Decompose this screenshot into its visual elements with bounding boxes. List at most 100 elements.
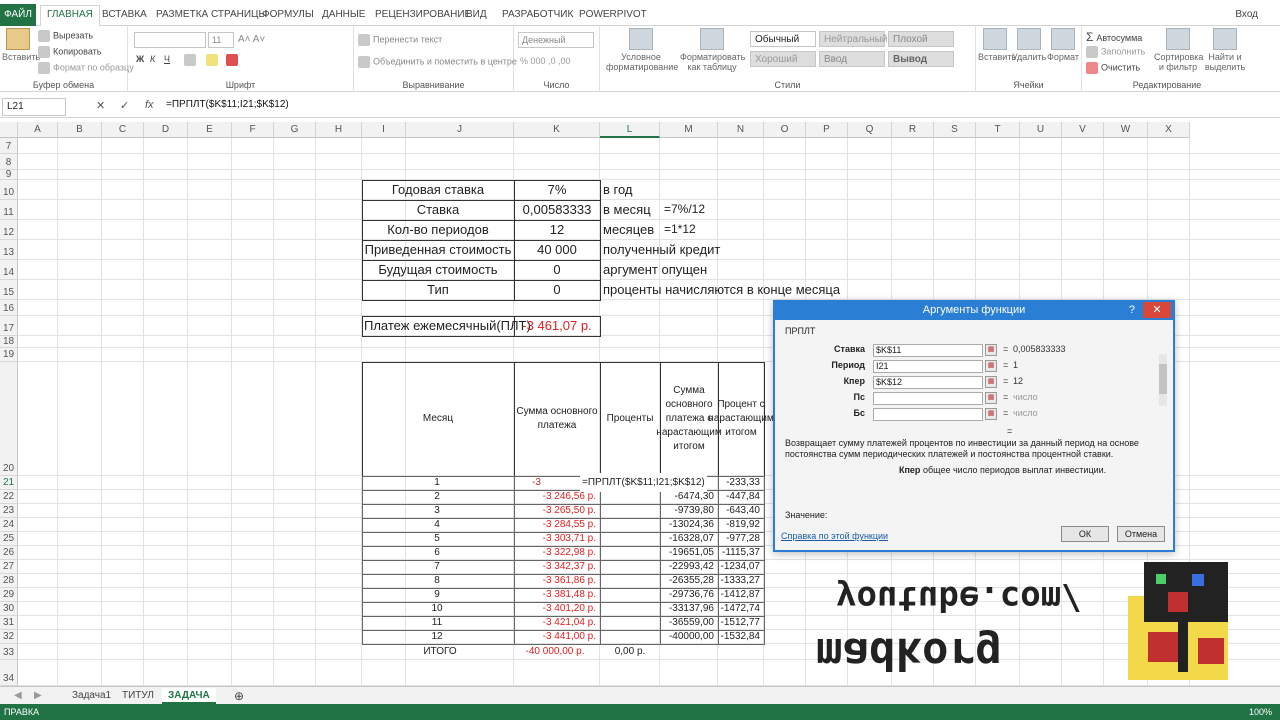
- row-header[interactable]: 26: [0, 546, 18, 560]
- column-header[interactable]: S: [934, 122, 976, 138]
- sheet-tab-title[interactable]: ТИТУЛ: [116, 688, 160, 704]
- fill-color-button[interactable]: [206, 54, 221, 66]
- format-cells-button[interactable]: Формат: [1046, 28, 1080, 62]
- select-all-corner[interactable]: [0, 122, 18, 138]
- row-header[interactable]: 7: [0, 138, 18, 154]
- font-name-select[interactable]: [134, 32, 206, 48]
- format-painter-button[interactable]: Формат по образцу: [38, 62, 134, 74]
- row-header[interactable]: 21: [0, 476, 18, 490]
- arg-input[interactable]: [873, 408, 983, 421]
- range-picker-icon[interactable]: ▦: [985, 408, 997, 420]
- arg-input[interactable]: $K$11: [873, 344, 983, 357]
- wrap-text-button[interactable]: Перенести текст: [358, 34, 442, 46]
- font-size-select[interactable]: 11: [208, 32, 234, 48]
- row-header[interactable]: 15: [0, 280, 18, 300]
- arg-input[interactable]: I21: [873, 360, 983, 373]
- tab-view[interactable]: ВИД: [460, 6, 493, 26]
- column-header[interactable]: H: [316, 122, 362, 138]
- find-select-button[interactable]: Найти и выделить: [1202, 28, 1248, 72]
- style-bad[interactable]: Плохой: [888, 31, 954, 47]
- name-box[interactable]: L21: [2, 98, 66, 116]
- cut-button[interactable]: Вырезать: [38, 30, 93, 42]
- column-header[interactable]: W: [1104, 122, 1148, 138]
- column-header[interactable]: T: [976, 122, 1020, 138]
- ok-button[interactable]: ОК: [1061, 526, 1109, 542]
- insert-function-icon[interactable]: fx: [145, 99, 154, 111]
- row-header[interactable]: 24: [0, 518, 18, 532]
- column-header[interactable]: U: [1020, 122, 1062, 138]
- add-sheet-icon[interactable]: ⊕: [228, 688, 250, 704]
- row-header[interactable]: 30: [0, 602, 18, 616]
- row-header[interactable]: 25: [0, 532, 18, 546]
- column-header[interactable]: X: [1148, 122, 1190, 138]
- range-picker-icon[interactable]: ▦: [985, 376, 997, 388]
- param-value[interactable]: 0: [514, 260, 600, 279]
- column-header[interactable]: G: [274, 122, 316, 138]
- style-output[interactable]: Вывод: [888, 51, 954, 67]
- italic-button[interactable]: К: [150, 54, 155, 64]
- row-header[interactable]: 20: [0, 362, 18, 476]
- formula-input[interactable]: =ПРПЛТ($K$11;I21;$K$12): [166, 99, 289, 110]
- param-value[interactable]: 12: [514, 220, 600, 239]
- tab-developer[interactable]: РАЗРАБОТЧИК: [496, 6, 579, 26]
- tab-page-layout[interactable]: РАЗМЕТКА СТРАНИЦЫ: [150, 6, 273, 26]
- enter-icon[interactable]: ✓: [120, 99, 129, 112]
- tab-insert[interactable]: ВСТАВКА: [96, 6, 153, 26]
- tab-home[interactable]: ГЛАВНАЯ: [40, 5, 100, 27]
- row-header[interactable]: 22: [0, 490, 18, 504]
- param-value[interactable]: 40 000: [514, 240, 600, 259]
- insert-cells-button[interactable]: Вставить: [978, 28, 1016, 62]
- conditional-format-button[interactable]: Условное форматирование: [606, 28, 678, 72]
- column-header[interactable]: O: [764, 122, 806, 138]
- grow-font-button[interactable]: A˄ A˅: [238, 34, 265, 45]
- row-header[interactable]: 27: [0, 560, 18, 574]
- total-interest[interactable]: 0,00 р.: [600, 642, 660, 661]
- column-header[interactable]: R: [892, 122, 934, 138]
- bold-button[interactable]: Ж: [136, 54, 144, 64]
- table-cell[interactable]: -40000,00: [662, 627, 714, 646]
- close-button[interactable]: ✕: [1143, 302, 1171, 318]
- fill-button[interactable]: Заполнить: [1086, 46, 1145, 58]
- row-header[interactable]: 13: [0, 240, 18, 260]
- column-header[interactable]: Q: [848, 122, 892, 138]
- tab-formulas[interactable]: ФОРМУЛЫ: [256, 6, 320, 26]
- row-header[interactable]: 18: [0, 336, 18, 348]
- row-header[interactable]: 9: [0, 170, 18, 180]
- merge-button[interactable]: Объединить и поместить в центре: [358, 56, 517, 68]
- column-header[interactable]: I: [362, 122, 406, 138]
- row-header[interactable]: 23: [0, 504, 18, 518]
- clear-button[interactable]: Очистить: [1086, 62, 1140, 74]
- style-normal[interactable]: Обычный: [750, 31, 816, 47]
- tab-data[interactable]: ДАННЫЕ: [316, 6, 371, 26]
- delete-cells-button[interactable]: Удалить: [1012, 28, 1046, 62]
- active-cell-formula[interactable]: =ПРПЛТ($K$11;I21;$K$12): [580, 473, 707, 492]
- column-header[interactable]: B: [58, 122, 102, 138]
- row-header[interactable]: 8: [0, 154, 18, 170]
- column-header[interactable]: V: [1062, 122, 1104, 138]
- row-header[interactable]: 34: [0, 660, 18, 686]
- column-header[interactable]: P: [806, 122, 848, 138]
- column-header[interactable]: K: [514, 122, 600, 138]
- help-icon[interactable]: ?: [1129, 304, 1135, 316]
- format-as-table-button[interactable]: Форматировать как таблицу: [680, 28, 745, 72]
- next-sheet-icon[interactable]: ▶: [28, 688, 48, 704]
- row-header[interactable]: 32: [0, 630, 18, 644]
- row-header[interactable]: 19: [0, 348, 18, 362]
- tab-powerpivot[interactable]: POWERPIVOT: [573, 6, 653, 26]
- login-link[interactable]: Вход: [1235, 9, 1258, 20]
- row-header[interactable]: 31: [0, 616, 18, 630]
- tab-file[interactable]: ФАЙЛ: [0, 4, 36, 26]
- row-header[interactable]: 29: [0, 588, 18, 602]
- borders-button[interactable]: [184, 54, 199, 66]
- column-header[interactable]: F: [232, 122, 274, 138]
- column-header[interactable]: C: [102, 122, 144, 138]
- row-header[interactable]: 14: [0, 260, 18, 280]
- param-value[interactable]: 0,00583333: [514, 200, 600, 219]
- param-value[interactable]: 0: [514, 280, 600, 299]
- dialog-titlebar[interactable]: Аргументы функции ? ✕: [775, 302, 1173, 320]
- sort-filter-button[interactable]: Сортировка и фильтр: [1154, 28, 1203, 72]
- column-header[interactable]: L: [600, 122, 660, 138]
- copy-button[interactable]: Копировать: [38, 46, 101, 58]
- row-header[interactable]: 12: [0, 220, 18, 240]
- column-header[interactable]: J: [406, 122, 514, 138]
